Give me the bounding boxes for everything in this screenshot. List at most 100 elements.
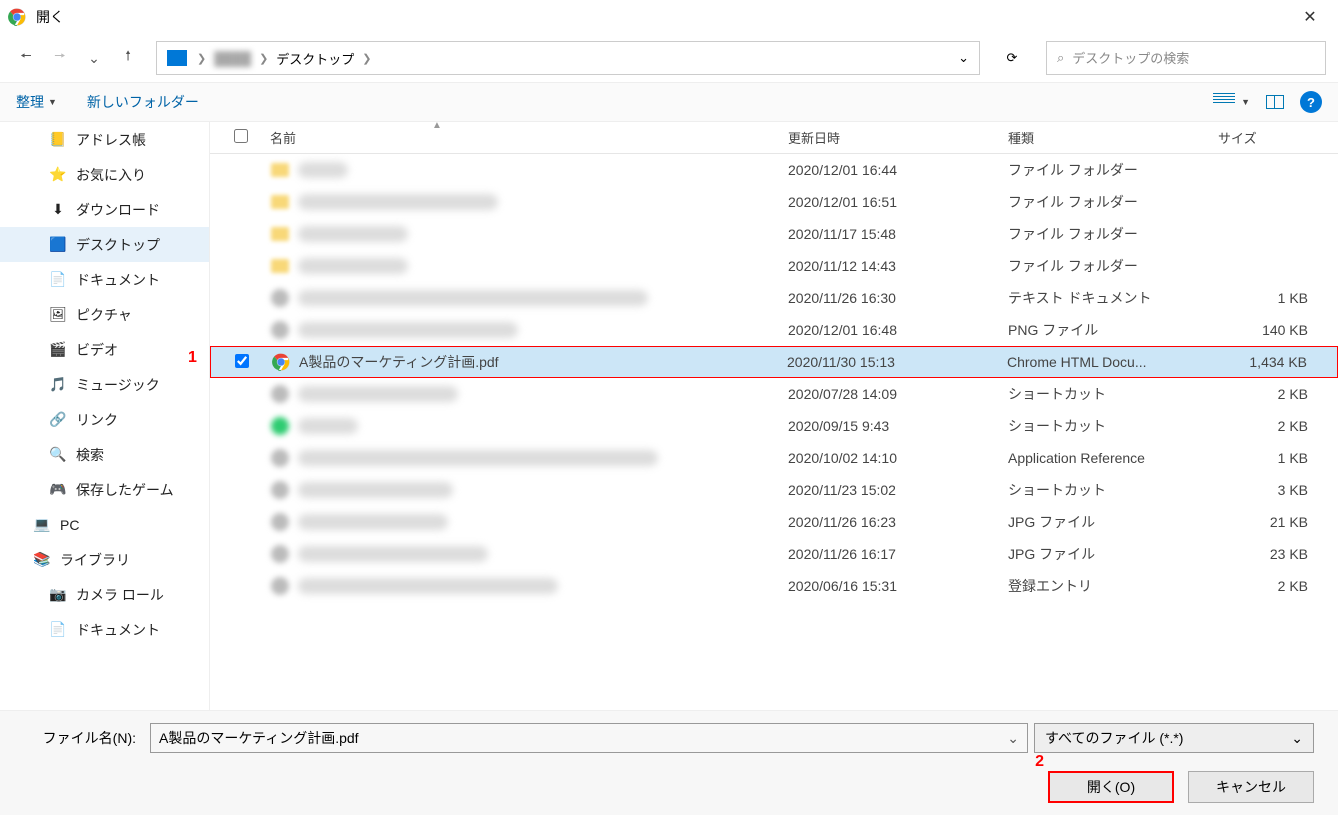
- file-icon: [270, 512, 290, 532]
- nav-history[interactable]: ⌄: [80, 44, 108, 72]
- column-date[interactable]: 更新日時: [788, 128, 1008, 147]
- sidebar-item[interactable]: 📚ライブラリ: [0, 542, 209, 577]
- sidebar-item[interactable]: 📷カメラ ロール: [0, 577, 209, 612]
- chevron-down-icon[interactable]: ⌄: [1007, 730, 1019, 747]
- select-all-checkbox[interactable]: [234, 129, 248, 143]
- refresh-button[interactable]: ⟳: [994, 41, 1030, 75]
- sidebar-item[interactable]: 📄ドキュメント: [0, 262, 209, 297]
- file-icon: [270, 448, 290, 468]
- file-row[interactable]: 2020/11/26 16:17 JPG ファイル 23 KB: [210, 538, 1338, 570]
- file-icon: [270, 576, 290, 596]
- video-icon: 🎬: [48, 341, 68, 359]
- window-title: 開く: [36, 7, 1290, 27]
- breadcrumb-item[interactable]: デスクトップ: [272, 49, 358, 68]
- sidebar-item[interactable]: ⭐お気に入り: [0, 157, 209, 192]
- preview-pane-button[interactable]: [1266, 95, 1284, 109]
- column-headers: 名前▲ 更新日時 種類 サイズ: [210, 122, 1338, 154]
- file-checkbox[interactable]: [235, 354, 249, 368]
- sidebar-item[interactable]: 💻PC: [0, 507, 209, 542]
- search-icon: ⌕: [1057, 50, 1064, 66]
- view-mode-button[interactable]: ▼: [1213, 93, 1250, 111]
- sidebar: 📒アドレス帳⭐お気に入り⬇ダウンロード🟦デスクトップ📄ドキュメント🖼ピクチャ🎬ビ…: [0, 122, 210, 710]
- desktop-icon: 🟦: [48, 236, 68, 254]
- organize-menu[interactable]: 整理▼: [16, 92, 57, 112]
- search-box[interactable]: ⌕: [1046, 41, 1326, 75]
- search-input[interactable]: [1072, 51, 1315, 66]
- sidebar-item[interactable]: 🔗リンク: [0, 402, 209, 437]
- column-size[interactable]: サイズ: [1218, 128, 1338, 147]
- file-row[interactable]: 2020/12/01 16:48 PNG ファイル 140 KB: [210, 314, 1338, 346]
- file-icon: [270, 256, 290, 276]
- sidebar-item[interactable]: 📄ドキュメント: [0, 612, 209, 647]
- file-icon: [270, 224, 290, 244]
- nav-back[interactable]: 🠔: [12, 44, 40, 72]
- file-icon: [270, 288, 290, 308]
- chevron-right-icon: ❯: [362, 52, 371, 65]
- filetype-filter[interactable]: すべてのファイル (*.*) ⌄: [1034, 723, 1314, 753]
- file-row[interactable]: 2020/12/01 16:44 ファイル フォルダー: [210, 154, 1338, 186]
- new-folder-button[interactable]: 新しいフォルダー: [87, 92, 199, 112]
- title-bar: 開く ✕: [0, 0, 1338, 34]
- cancel-button[interactable]: キャンセル: [1188, 771, 1314, 803]
- file-row[interactable]: 2020/11/23 15:02 ショートカット 3 KB: [210, 474, 1338, 506]
- file-row[interactable]: 2020/07/28 14:09 ショートカット 2 KB: [210, 378, 1338, 410]
- annotation-1: 1: [188, 349, 197, 367]
- nav-up[interactable]: 🠕: [114, 44, 142, 72]
- file-row[interactable]: 2020/11/12 14:43 ファイル フォルダー: [210, 250, 1338, 282]
- sidebar-item[interactable]: 🎬ビデオ: [0, 332, 209, 367]
- file-icon: [270, 320, 290, 340]
- sidebar-item[interactable]: 🔍検索: [0, 437, 209, 472]
- file-icon: [270, 160, 290, 180]
- filename-label: ファイル名(N):: [24, 728, 144, 748]
- file-row[interactable]: 2020/11/17 15:48 ファイル フォルダー: [210, 218, 1338, 250]
- file-row[interactable]: 2020/10/02 14:10 Application Reference 1…: [210, 442, 1338, 474]
- sidebar-item[interactable]: 🖼ピクチャ: [0, 297, 209, 332]
- file-row[interactable]: A製品のマーケティング計画.pdf 2020/11/30 15:13 Chrom…: [210, 346, 1338, 378]
- chrome-icon: [272, 353, 290, 371]
- file-icon: [270, 480, 290, 500]
- chevron-right-icon: ❯: [259, 52, 268, 65]
- open-button[interactable]: 開く(O): [1048, 771, 1174, 803]
- chevron-down-icon[interactable]: ⌄: [958, 50, 969, 66]
- links-icon: 🔗: [48, 411, 68, 429]
- close-button[interactable]: ✕: [1290, 2, 1330, 32]
- file-row[interactable]: 2020/09/15 9:43 ショートカット 2 KB: [210, 410, 1338, 442]
- footer: ファイル名(N): A製品のマーケティング計画.pdf ⌄ すべてのファイル (…: [0, 710, 1338, 815]
- sidebar-item[interactable]: 🟦デスクトップ: [0, 227, 209, 262]
- sidebar-item[interactable]: ⬇ダウンロード: [0, 192, 209, 227]
- file-icon: [270, 192, 290, 212]
- sidebar-item[interactable]: 🎮保存したゲーム: [0, 472, 209, 507]
- filename-input[interactable]: A製品のマーケティング計画.pdf ⌄: [150, 723, 1028, 753]
- column-kind[interactable]: 種類: [1008, 128, 1218, 147]
- document-icon: 📄: [48, 271, 68, 289]
- favorites-icon: ⭐: [48, 166, 68, 184]
- search-icon: 🔍: [48, 446, 68, 464]
- games-icon: 🎮: [48, 481, 68, 499]
- file-icon: [270, 416, 290, 436]
- annotation-2: 2: [1035, 753, 1044, 771]
- sidebar-item[interactable]: 🎵ミュージック: [0, 367, 209, 402]
- file-row[interactable]: 2020/06/16 15:31 登録エントリ 2 KB: [210, 570, 1338, 602]
- nav-bar: 🠔 🠖 ⌄ 🠕 ❯ ████ ❯ デスクトップ ❯ ⌄ ⟳ ⌕: [0, 34, 1338, 82]
- nav-forward[interactable]: 🠖: [46, 44, 74, 72]
- file-row[interactable]: 2020/11/26 16:30 テキスト ドキュメント 1 KB: [210, 282, 1338, 314]
- file-icon: [270, 384, 290, 404]
- file-list: 名前▲ 更新日時 種類 サイズ 1 2020/12/01 16:44 ファイル …: [210, 122, 1338, 710]
- document-icon: 📄: [48, 621, 68, 639]
- music-icon: 🎵: [48, 376, 68, 394]
- column-name[interactable]: 名前▲: [262, 128, 788, 147]
- breadcrumb[interactable]: ❯ ████ ❯ デスクトップ ❯ ⌄: [156, 41, 980, 75]
- desktop-icon: [167, 50, 187, 66]
- file-row[interactable]: 2020/12/01 16:51 ファイル フォルダー: [210, 186, 1338, 218]
- file-row[interactable]: 2020/11/26 16:23 JPG ファイル 21 KB: [210, 506, 1338, 538]
- chevron-down-icon[interactable]: ⌄: [1291, 730, 1303, 747]
- addressbook-icon: 📒: [48, 131, 68, 149]
- breadcrumb-blur: ████: [210, 51, 255, 66]
- file-icon: [271, 352, 291, 372]
- pc-icon: 💻: [32, 516, 52, 534]
- help-button[interactable]: ?: [1300, 91, 1322, 113]
- camera-icon: 📷: [48, 586, 68, 604]
- chevron-right-icon: ❯: [197, 52, 206, 65]
- library-icon: 📚: [32, 551, 52, 569]
- sidebar-item[interactable]: 📒アドレス帳: [0, 122, 209, 157]
